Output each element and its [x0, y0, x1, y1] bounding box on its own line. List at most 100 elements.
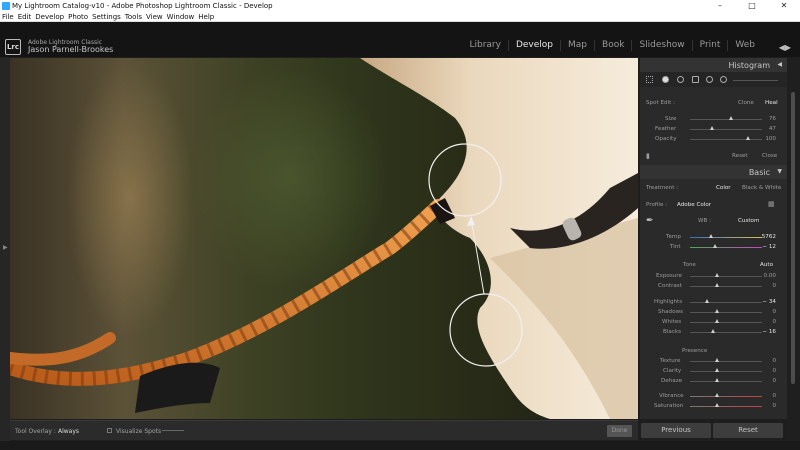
tone-auto-button[interactable]: Auto [760, 262, 773, 268]
vibrance-slider-knob[interactable] [715, 393, 719, 397]
contrast-value[interactable]: 0 [752, 283, 776, 289]
spot-edit-label: Spot Edit : [646, 100, 675, 106]
module-picker: Library Develop Map Book Slideshow Print… [462, 40, 762, 51]
size-value[interactable]: 76 [752, 116, 776, 122]
module-book[interactable]: Book [594, 40, 631, 51]
maximize-button[interactable]: □ [736, 0, 768, 12]
menu-photo[interactable]: Photo [66, 12, 90, 21]
module-expand-icon[interactable]: ◀▶ [779, 43, 791, 52]
feather-value[interactable]: 47 [752, 126, 776, 132]
blacks-value[interactable]: − 16 [752, 329, 776, 335]
module-slideshow[interactable]: Slideshow [631, 40, 691, 51]
opacity-slider-knob[interactable] [746, 136, 750, 140]
leash-loop [10, 332, 116, 366]
brush-tool-icon[interactable] [720, 76, 727, 83]
scrollbar-thumb[interactable] [791, 92, 795, 384]
menu-develop[interactable]: Develop [33, 12, 66, 21]
radial-filter-icon[interactable] [706, 76, 713, 83]
identity-user-name: Jason Parnell-Brookes [28, 45, 114, 54]
photo-canvas[interactable] [10, 58, 638, 419]
menu-tools[interactable]: Tools [123, 12, 144, 21]
size-slider-knob[interactable] [729, 116, 733, 120]
visualize-threshold-slider[interactable] [162, 430, 184, 431]
contrast-slider-knob[interactable] [715, 283, 719, 287]
exposure-label: Exposure [656, 273, 682, 279]
menu-file[interactable]: File [0, 12, 16, 21]
tool-overlay-select[interactable]: Always [58, 428, 79, 435]
reset-button[interactable]: Reset [713, 423, 783, 438]
module-web[interactable]: Web [727, 40, 762, 51]
whites-value[interactable]: 0 [752, 319, 776, 325]
clarity-value[interactable]: 0 [752, 368, 776, 374]
minimize-button[interactable]: – [704, 0, 736, 12]
menu-settings[interactable]: Settings [90, 12, 123, 21]
basic-title: Basic [748, 168, 770, 177]
previous-button[interactable]: Previous [641, 423, 711, 438]
heal-mode-button[interactable]: Heal [765, 100, 778, 106]
histogram-header[interactable]: Histogram ◀ [640, 58, 787, 72]
tool-strip [640, 72, 787, 87]
saturation-value[interactable]: 0 [752, 403, 776, 409]
whites-slider-knob[interactable] [715, 319, 719, 323]
temp-value[interactable]: 5762 [752, 234, 776, 240]
opacity-value[interactable]: 100 [752, 136, 776, 142]
highlights-slider-knob[interactable] [705, 299, 709, 303]
treatment-color-button[interactable]: Color [716, 185, 731, 191]
wb-select[interactable]: Custom [738, 218, 759, 224]
menu-edit[interactable]: Edit [16, 12, 34, 21]
expand-left-panel-icon[interactable]: ▶ [3, 244, 8, 251]
texture-value[interactable]: 0 [752, 358, 776, 364]
feather-slider-knob[interactable] [710, 126, 714, 130]
visualize-spots-checkbox[interactable] [107, 428, 112, 433]
saturation-slider-knob[interactable] [715, 403, 719, 407]
temp-slider-knob[interactable] [709, 234, 713, 238]
highlights-value[interactable]: − 34 [752, 299, 776, 305]
profile-select[interactable]: Adobe Color [677, 202, 711, 208]
texture-slider-knob[interactable] [715, 358, 719, 362]
tint-label: Tint [670, 244, 681, 250]
vibrance-label: Vibrance [659, 393, 684, 399]
exposure-slider-knob[interactable] [715, 273, 719, 277]
basic-header[interactable]: Basic ▼ [640, 165, 787, 179]
blacks-label: Blacks [663, 329, 682, 335]
graduated-filter-icon[interactable] [692, 76, 699, 83]
spot-reset-button[interactable]: Reset [732, 153, 748, 159]
module-print[interactable]: Print [691, 40, 728, 51]
crop-tool-icon[interactable] [646, 76, 653, 83]
clarity-slider-knob[interactable] [715, 368, 719, 372]
module-map[interactable]: Map [560, 40, 594, 51]
profile-browser-icon[interactable]: ▦ [768, 200, 775, 208]
wb-eyedropper-icon[interactable]: ✒ [646, 216, 654, 226]
left-panel-collapsed[interactable]: ▶ [0, 58, 10, 441]
menu-bar: File Edit Develop Photo Settings Tools V… [0, 12, 800, 22]
module-library[interactable]: Library [462, 40, 507, 51]
tool-size-slider[interactable] [733, 80, 778, 81]
blacks-slider-knob[interactable] [711, 329, 715, 333]
visualize-spots-label: Visualize Spots [116, 428, 162, 435]
collapse-histogram-icon[interactable]: ◀ [777, 61, 782, 68]
menu-help[interactable]: Help [196, 12, 216, 21]
close-window-button[interactable]: ✕ [768, 0, 800, 12]
spot-close-button[interactable]: Close [762, 153, 777, 159]
exposure-value[interactable]: 0.00 [752, 273, 776, 279]
dehaze-slider-knob[interactable] [715, 378, 719, 382]
toggle-spots-icon[interactable]: ▮ [646, 152, 650, 160]
treatment-bw-button[interactable]: Black & White [742, 185, 781, 191]
dehaze-value[interactable]: 0 [752, 378, 776, 384]
vibrance-value[interactable]: 0 [752, 393, 776, 399]
menu-view[interactable]: View [144, 12, 165, 21]
shadows-value[interactable]: 0 [752, 309, 776, 315]
red-eye-tool-icon[interactable] [677, 76, 684, 83]
module-develop[interactable]: Develop [507, 40, 560, 51]
spot-removal-tool-icon[interactable] [662, 76, 669, 83]
right-panel-scrollbar[interactable] [787, 58, 800, 441]
done-button[interactable]: Done [607, 425, 632, 437]
tint-value[interactable]: − 12 [752, 244, 776, 250]
lrc-logo: Lrc [5, 39, 21, 55]
tint-slider-knob[interactable] [713, 244, 717, 248]
shadows-slider-knob[interactable] [715, 309, 719, 313]
right-panel: Histogram ◀ Spot Edit : Clone Heal Size … [640, 58, 787, 419]
collapse-basic-icon[interactable]: ▼ [777, 168, 782, 175]
menu-window[interactable]: Window [165, 12, 197, 21]
clone-mode-button[interactable]: Clone [738, 100, 754, 106]
